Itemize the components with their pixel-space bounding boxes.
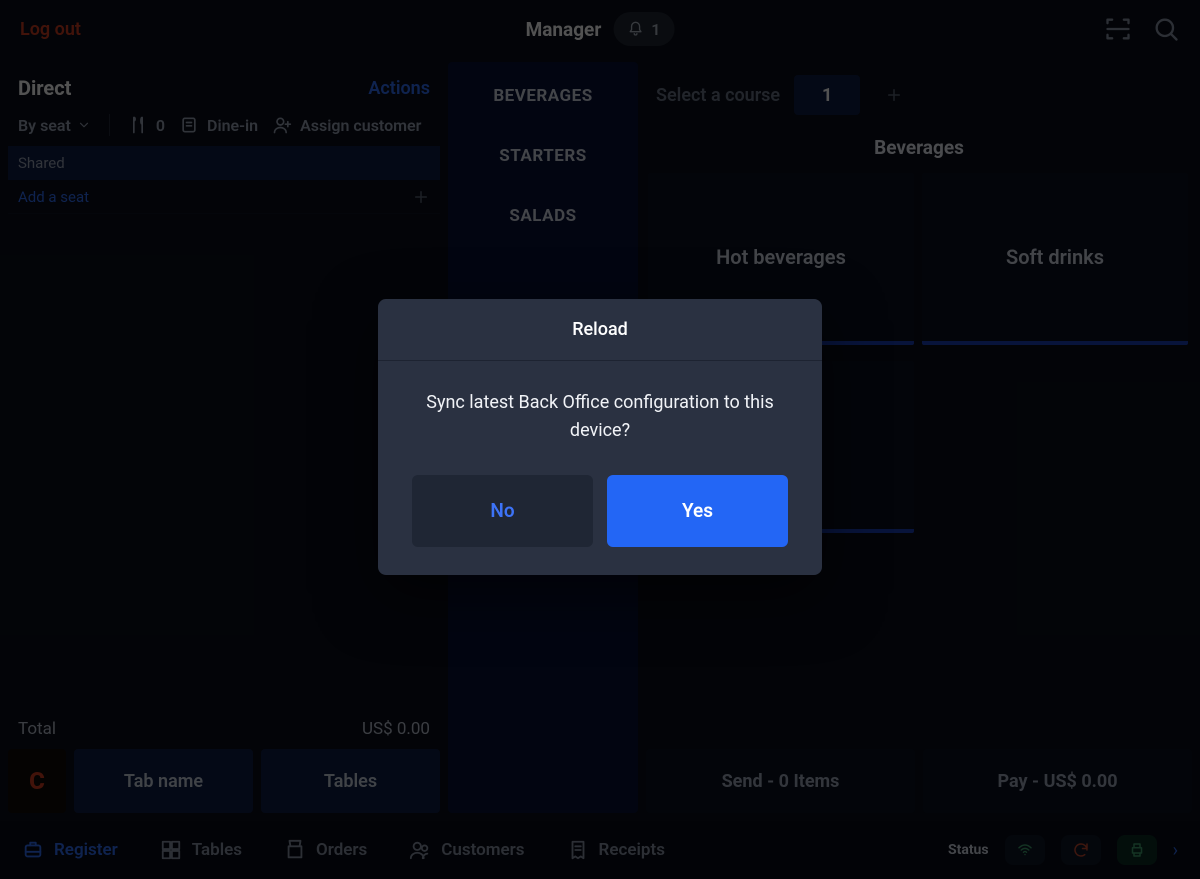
modal-message: Sync latest Back Office configuration to… <box>378 361 822 455</box>
reload-modal: Reload Sync latest Back Office configura… <box>378 299 822 575</box>
modal-title: Reload <box>378 299 822 361</box>
modal-yes-button[interactable]: Yes <box>607 475 788 547</box>
modal-no-button[interactable]: No <box>412 475 593 547</box>
